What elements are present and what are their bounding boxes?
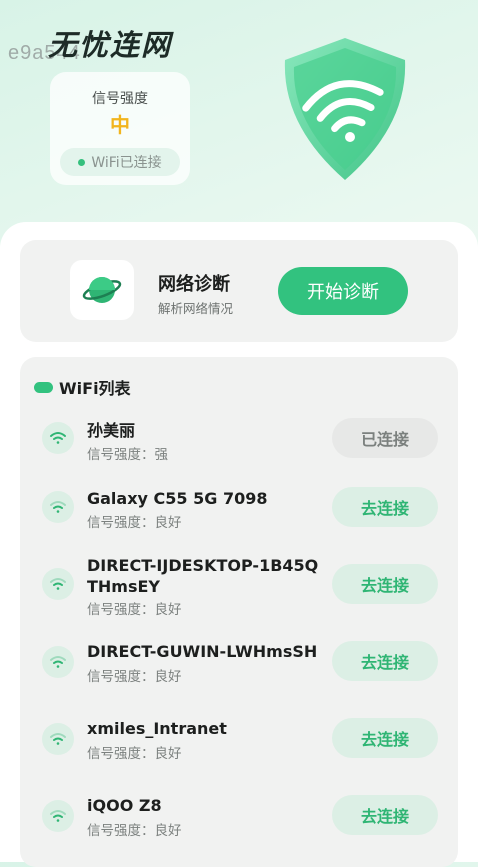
signal-strength-label: 信号强度: [92, 91, 148, 107]
wifi-row[interactable]: iQOO Z8 信号强度：良好 去连接: [20, 789, 458, 853]
connect-button[interactable]: 去连接: [332, 487, 438, 527]
wifi-icon: [42, 491, 74, 523]
wifi-list-card: WiFi列表 孙美丽 信号强度：强 已连接 Galaxy C55 5G 7098…: [20, 357, 458, 867]
wifi-strength: 信号强度：良好: [87, 746, 182, 762]
signal-strength-card: 信号强度 中 WiFi已连接: [50, 72, 190, 185]
wifi-icon: [42, 723, 74, 755]
wifi-strength: 信号强度：良好: [87, 669, 182, 685]
wifi-status-pill: WiFi已连接: [60, 148, 180, 176]
planet-icon: [70, 260, 134, 320]
wifi-name: DIRECT-IJDESKTOP-1B45QTHmsEY: [87, 556, 319, 596]
list-marker-icon: [34, 381, 53, 393]
wifi-strength: 信号强度：良好: [87, 515, 182, 531]
network-diagnosis-card: 网络诊断 解析网络情况 开始诊断: [20, 240, 458, 342]
wifi-icon: [42, 422, 74, 454]
wifi-row[interactable]: Galaxy C55 5G 7098 信号强度：良好 去连接: [20, 481, 458, 545]
wifi-icon: [42, 800, 74, 832]
connect-button[interactable]: 去连接: [332, 795, 438, 835]
connect-button[interactable]: 去连接: [332, 718, 438, 758]
wifi-icon: [42, 646, 74, 678]
start-diagnosis-button[interactable]: 开始诊断: [278, 267, 408, 315]
diagnosis-title: 网络诊断: [158, 274, 230, 295]
wifi-name: xmiles_Intranet: [87, 719, 227, 738]
connect-button[interactable]: 去连接: [332, 564, 438, 604]
wifi-strength: 信号强度：良好: [87, 602, 182, 618]
wifi-row[interactable]: DIRECT-GUWIN-LWHmsSH 信号强度：良好 去连接: [20, 635, 458, 699]
signal-strength-value: 中: [110, 113, 130, 137]
wifi-list-header: WiFi列表: [34, 375, 131, 399]
wifi-name: Galaxy C55 5G 7098: [87, 489, 268, 508]
wifi-icon: [42, 568, 74, 600]
wifi-shield-icon: [270, 30, 420, 190]
connected-button[interactable]: 已连接: [332, 418, 438, 458]
connect-button[interactable]: 去连接: [332, 641, 438, 681]
wifi-row[interactable]: DIRECT-IJDESKTOP-1B45QTHmsEY 信号强度：良好 去连接: [20, 549, 458, 619]
wifi-strength: 信号强度：强: [87, 447, 168, 463]
wifi-row[interactable]: xmiles_Intranet 信号强度：良好 去连接: [20, 712, 458, 776]
status-dot-icon: [78, 158, 86, 166]
wifi-name: iQOO Z8: [87, 796, 162, 815]
diagnosis-subtitle: 解析网络情况: [158, 301, 234, 316]
wifi-name: 孙美丽: [87, 421, 136, 440]
app-title: 无忧连网: [48, 28, 173, 62]
wifi-status-text: WiFi已连接: [91, 155, 162, 171]
wifi-strength: 信号强度：良好: [87, 823, 182, 839]
wifi-list-title: WiFi列表: [59, 379, 131, 398]
wifi-name: DIRECT-GUWIN-LWHmsSH: [87, 642, 318, 661]
wifi-row[interactable]: 孙美丽 信号强度：强 已连接: [20, 412, 458, 476]
